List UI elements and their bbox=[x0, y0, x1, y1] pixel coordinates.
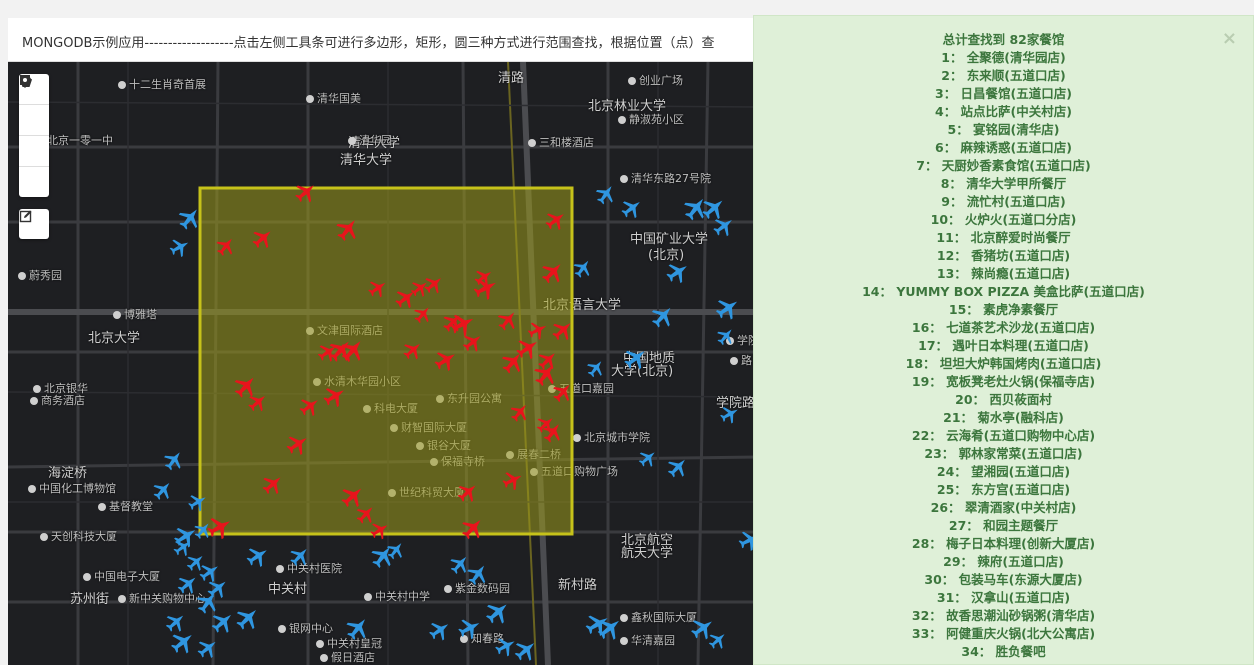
restaurant-marker-icon[interactable] bbox=[592, 181, 619, 208]
restaurant-marker-icon[interactable] bbox=[664, 453, 693, 482]
results-list: 1： 全聚德(清华园店) 2： 东来顺(五道口店) 3： 日昌餐馆(五道口店) 4： … bbox=[754, 49, 1253, 661]
result-item[interactable]: 25： 东方宫(五道口店) bbox=[754, 481, 1253, 499]
result-item[interactable]: 13： 辣尚瘾(五道口店) bbox=[754, 265, 1253, 283]
restaurant-marker-icon[interactable] bbox=[446, 551, 473, 578]
restaurant-marker-icon[interactable] bbox=[162, 608, 190, 636]
circle-tool-button[interactable] bbox=[19, 75, 49, 167]
result-item[interactable]: 28： 梅子日本料理(创新大厦店) bbox=[754, 535, 1253, 553]
map-pin-icon bbox=[20, 75, 30, 88]
result-item[interactable]: 20： 西贝莜面村 bbox=[754, 391, 1253, 409]
restaurant-marker-icon[interactable] bbox=[618, 194, 646, 222]
result-item[interactable]: 7： 天厨妙香素食馆(五道口店) bbox=[754, 157, 1253, 175]
result-item[interactable]: 27： 和园主题餐厅 bbox=[754, 517, 1253, 535]
restaurant-marker-icon[interactable] bbox=[204, 574, 232, 602]
app-header: MONGODB示例应用-------------------点击左侧工具条可进行… bbox=[8, 18, 758, 62]
result-item[interactable]: 22： 云海肴(五道口购物中心店) bbox=[754, 427, 1253, 445]
result-item[interactable]: 1： 全聚德(清华园店) bbox=[754, 49, 1253, 67]
result-item[interactable]: 14： YUMMY BOX PIZZA 美盒比萨(五道口店) bbox=[754, 283, 1253, 301]
result-item[interactable]: 3： 日昌餐馆(五道口店) bbox=[754, 85, 1253, 103]
restaurant-marker-icon[interactable] bbox=[463, 560, 492, 589]
close-icon[interactable]: × bbox=[1222, 28, 1237, 49]
result-item[interactable]: 16： 七道茶艺术沙龙(五道口店) bbox=[754, 319, 1253, 337]
result-item[interactable]: 17： 遇叶日本料理(五道口店) bbox=[754, 337, 1253, 355]
restaurant-marker-icon[interactable] bbox=[698, 192, 730, 224]
result-item[interactable]: 10： 火炉火(五道口分店) bbox=[754, 211, 1253, 229]
restaurant-marker-icon[interactable] bbox=[174, 570, 202, 598]
restaurant-marker-icon[interactable] bbox=[593, 612, 626, 645]
restaurant-marker-icon[interactable] bbox=[243, 542, 272, 571]
result-item[interactable]: 9： 流忙村(五道口店) bbox=[754, 193, 1253, 211]
restaurant-marker-icon[interactable] bbox=[232, 602, 264, 634]
header-title: MONGODB示例应用-------------------点击左侧工具条可进行… bbox=[22, 36, 715, 51]
restaurant-marker-icon[interactable] bbox=[710, 212, 738, 240]
result-item[interactable]: 15： 素虎净素餐厅 bbox=[754, 301, 1253, 319]
restaurant-marker-icon[interactable] bbox=[426, 616, 454, 644]
restaurant-marker-icon[interactable] bbox=[511, 635, 541, 665]
restaurant-marker-icon[interactable] bbox=[717, 402, 742, 427]
point-tool-button[interactable] bbox=[19, 75, 49, 197]
restaurant-marker-icon[interactable] bbox=[687, 613, 718, 644]
restaurant-marker-icon[interactable] bbox=[367, 540, 399, 572]
overlay-layer bbox=[149, 181, 758, 665]
result-item[interactable]: 6： 麻辣诱惑(五道口店) bbox=[754, 139, 1253, 157]
edit-tool-button[interactable] bbox=[19, 209, 49, 239]
restaurant-marker-icon[interactable] bbox=[207, 607, 238, 638]
restaurant-marker-icon[interactable] bbox=[647, 300, 678, 331]
result-item[interactable]: 8： 清华大学甲所餐厅 bbox=[754, 175, 1253, 193]
result-item[interactable]: 30： 包装马车(东源大厦店) bbox=[754, 571, 1253, 589]
result-item[interactable]: 33： 阿健重庆火锅(北大公寓店) bbox=[754, 625, 1253, 643]
restaurant-marker-icon[interactable] bbox=[705, 628, 730, 653]
result-item[interactable]: 32： 故香思潮汕砂锅粥(清华店) bbox=[754, 607, 1253, 625]
restaurant-marker-icon[interactable] bbox=[663, 257, 693, 287]
draw-toolbar bbox=[19, 74, 49, 197]
restaurant-marker-icon[interactable] bbox=[149, 477, 176, 504]
result-item[interactable]: 24： 望湘园(五道口店) bbox=[754, 463, 1253, 481]
result-item[interactable]: 5： 宴铭园(清华店) bbox=[754, 121, 1253, 139]
restaurant-marker-icon[interactable] bbox=[635, 446, 660, 471]
result-item[interactable]: 23： 郭林家常菜(五道口店) bbox=[754, 445, 1253, 463]
restaurant-marker-icon[interactable] bbox=[286, 542, 313, 569]
result-item[interactable]: 12： 香猪坊(五道口店) bbox=[754, 247, 1253, 265]
result-item[interactable]: 34： 胜负餐吧 bbox=[754, 643, 1253, 661]
result-item[interactable]: 29： 辣府(五道口店) bbox=[754, 553, 1253, 571]
restaurant-marker-icon[interactable] bbox=[455, 614, 484, 643]
result-item[interactable]: 11： 北京醉爱时尚餐厅 bbox=[754, 229, 1253, 247]
results-panel: × 总计查找到 82家餐馆 1： 全聚德(清华园店) 2： 东来顺(五道口店) 3：… bbox=[753, 15, 1254, 665]
map-view[interactable]: 十二生肖奇首展 清华国美 北京一零一中 清华大学 清华大学 清华园 三和楼酒店 创业广场 北京林… bbox=[8, 62, 758, 665]
restaurant-marker-icon[interactable] bbox=[714, 324, 739, 349]
restaurant-marker-icon[interactable] bbox=[481, 596, 514, 629]
results-summary: 总计查找到 82家餐馆 bbox=[942, 32, 1065, 47]
result-item[interactable]: 31： 汉拿山(五道口店) bbox=[754, 589, 1253, 607]
rectangle-tool-button[interactable] bbox=[19, 75, 49, 136]
restaurant-marker-icon[interactable] bbox=[194, 634, 222, 662]
restaurant-marker-icon[interactable] bbox=[160, 447, 187, 474]
result-item[interactable]: 19： 宽板凳老灶火锅(保福寺店) bbox=[754, 373, 1253, 391]
result-item[interactable]: 18： 坦坦大炉韩国烤肉(五道口店) bbox=[754, 355, 1253, 373]
restaurant-marker-icon[interactable] bbox=[620, 343, 651, 374]
result-item[interactable]: 26： 翠清酒家(中关村店) bbox=[754, 499, 1253, 517]
result-item[interactable]: 21： 菊水亭(融科店) bbox=[754, 409, 1253, 427]
restaurant-marker-icon[interactable] bbox=[712, 293, 743, 324]
restaurant-marker-icon[interactable] bbox=[570, 255, 595, 280]
restaurant-marker-icon[interactable] bbox=[584, 356, 608, 380]
restaurant-marker-icon[interactable] bbox=[680, 192, 713, 225]
restaurant-marker-icon[interactable] bbox=[196, 559, 223, 586]
edit-icon bbox=[19, 210, 32, 223]
restaurant-marker-icon[interactable] bbox=[492, 633, 519, 660]
result-item[interactable]: 4： 站点比萨(中关村店) bbox=[754, 103, 1253, 121]
restaurant-marker-icon[interactable] bbox=[167, 234, 193, 259]
restaurant-marker-icon[interactable] bbox=[342, 612, 374, 644]
result-item[interactable]: 2： 东来顺(五道口店) bbox=[754, 67, 1253, 85]
restaurant-marker-icon[interactable] bbox=[183, 550, 208, 575]
